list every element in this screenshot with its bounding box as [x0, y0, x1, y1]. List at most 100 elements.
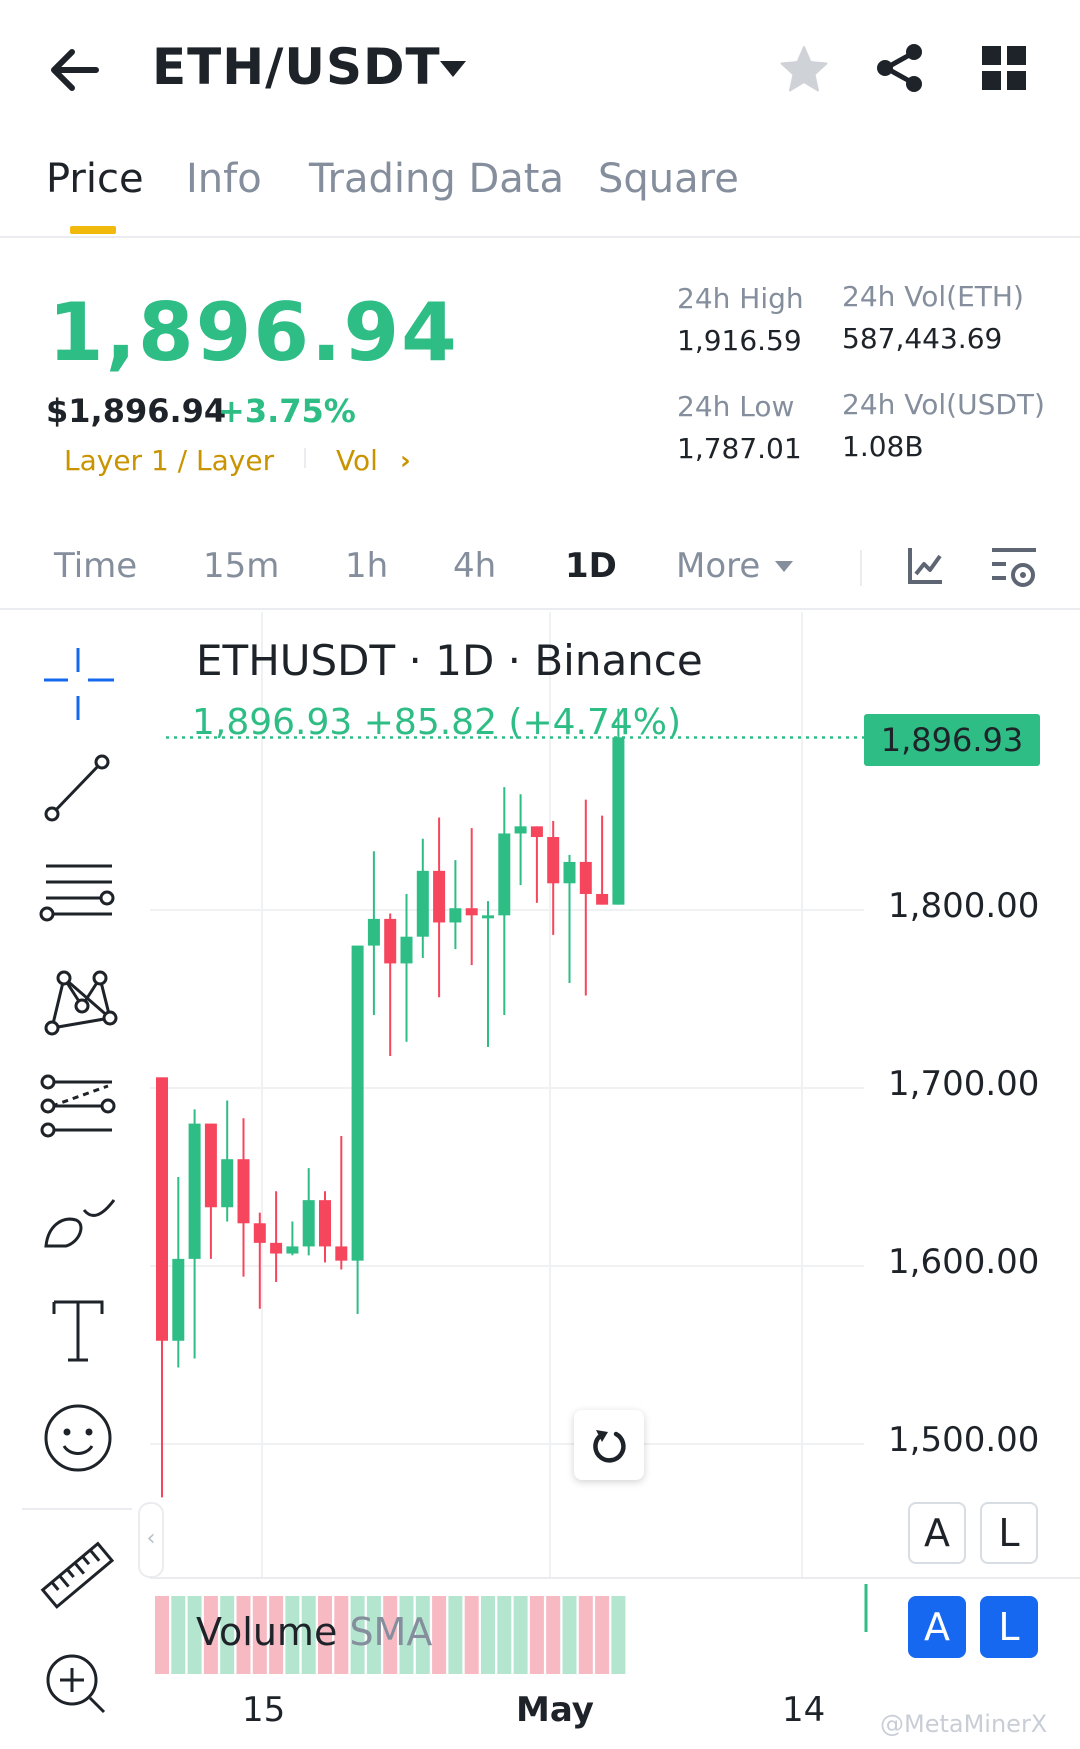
caret-down-icon[interactable] [438, 58, 468, 80]
x-axis-label: 15 [242, 1690, 286, 1730]
y-axis-label: 1,700.00 [888, 1064, 1040, 1104]
interval-15m[interactable]: 15m [203, 546, 279, 586]
tab-info[interactable]: Info [186, 156, 262, 202]
high-label: 24h High [677, 282, 804, 315]
candle-body [270, 1242, 283, 1254]
interval-divider [860, 550, 862, 586]
high-value: 1,916.59 [677, 324, 802, 357]
candle-body [596, 893, 609, 905]
candle-body [433, 870, 446, 923]
chart-title: ETHUSDT · 1D · Binance [196, 636, 703, 685]
volume-bar [481, 1596, 495, 1674]
volume-bar [432, 1596, 447, 1674]
volume-bar [497, 1596, 512, 1674]
volume-log-button[interactable]: L [980, 1596, 1038, 1658]
interval-more[interactable]: More [676, 546, 760, 586]
interval-bar: Time 15m 1h 4h 1D More [0, 530, 1080, 610]
log-scale-button[interactable]: L [980, 1502, 1038, 1564]
x-axis-label: May [516, 1690, 594, 1730]
star-icon[interactable] [778, 44, 830, 96]
volume-bar [562, 1596, 577, 1674]
last-price-tag: 1,896.93 [864, 714, 1040, 766]
candle-body [384, 918, 397, 964]
candle-body [221, 1159, 234, 1208]
price-change-percent: +3.75% [218, 392, 356, 430]
tab-square[interactable]: Square [598, 156, 739, 202]
tab-bar: Price Info Trading Data Square [0, 150, 1080, 238]
y-axis-label: 1,500.00 [888, 1420, 1040, 1460]
y-axis-label: 1,600.00 [888, 1242, 1040, 1282]
candle-body [302, 1200, 315, 1247]
volume-bar [448, 1596, 463, 1674]
candle-body [204, 1123, 217, 1208]
y-axis-label: 1,800.00 [888, 886, 1040, 926]
interval-1h[interactable]: 1h [345, 546, 388, 586]
share-icon[interactable] [874, 42, 926, 94]
volume-bar [171, 1596, 186, 1674]
volume-bar [464, 1596, 479, 1674]
candle-body [449, 908, 462, 923]
candle-body [482, 915, 494, 919]
volume-label: Volume [196, 1610, 338, 1654]
interval-time[interactable]: Time [54, 546, 137, 586]
tab-trading-data[interactable]: Trading Data [309, 156, 564, 202]
volume-bar [513, 1596, 528, 1674]
pair-title[interactable]: ETH/USDT [152, 38, 441, 96]
active-tab-indicator [70, 226, 116, 234]
candle-body [351, 945, 364, 1261]
candle-body [319, 1200, 331, 1247]
volume-bar [578, 1596, 593, 1674]
watermark-text: @MetaMinerX [880, 1710, 1048, 1738]
auto-scale-button[interactable]: A [908, 1502, 966, 1564]
candle-body [367, 918, 380, 946]
volume-bar [155, 1596, 169, 1674]
vol-usdt-value: 1.08B [842, 430, 924, 463]
low-label: 24h Low [677, 390, 795, 423]
volume-bar [546, 1596, 561, 1674]
candlestick-chart[interactable] [0, 612, 1080, 1749]
last-price: 1,896.94 [48, 286, 459, 379]
back-arrow-icon[interactable] [44, 40, 104, 100]
ohlc-readout: 1,896.93 +85.82 (+4.74%) [192, 702, 682, 743]
volume-indicator-label: Volume SMA [196, 1610, 432, 1654]
candle-body [514, 826, 527, 834]
tab-price[interactable]: Price [46, 156, 144, 202]
vol-eth-label: 24h Vol(ETH) [842, 280, 1024, 313]
candle-body [400, 936, 413, 964]
caret-down-icon[interactable] [774, 558, 794, 572]
interval-4h[interactable]: 4h [453, 546, 496, 586]
candle-body [237, 1159, 250, 1224]
category-tag[interactable]: Layer 1 / Layer [64, 444, 274, 477]
volume-bar [611, 1596, 626, 1674]
x-axis-label: 14 [782, 1690, 826, 1730]
vol-usdt-label: 24h Vol(USDT) [842, 388, 1045, 421]
candle-body [416, 870, 429, 937]
candle-body [188, 1123, 201, 1259]
volume-bar [595, 1596, 610, 1674]
candle-body [498, 833, 511, 916]
candle-body [612, 737, 625, 905]
interval-1d[interactable]: 1D [565, 546, 617, 586]
candle-body [530, 826, 543, 838]
grid-icon[interactable] [980, 44, 1028, 92]
candle-body [253, 1223, 266, 1243]
chevron-right-icon[interactable]: › [400, 446, 411, 476]
chart-settings-icon[interactable] [990, 544, 1038, 592]
top-bar: ETH/USDT [0, 0, 1080, 140]
candle-body [286, 1246, 299, 1254]
vol-tag[interactable]: Vol [336, 444, 378, 477]
indicator-chart-icon[interactable] [906, 544, 946, 588]
tag-divider [304, 448, 306, 468]
candle-body [172, 1258, 185, 1341]
vol-eth-value: 587,443.69 [842, 322, 1003, 355]
volume-sma-label: SMA [349, 1610, 433, 1654]
candle-body [579, 861, 592, 894]
candle-body [563, 861, 576, 884]
low-value: 1,787.01 [677, 432, 802, 465]
collapse-toolbar-button[interactable]: ‹ [138, 1502, 164, 1578]
usd-price: $1,896.94 [46, 392, 227, 430]
reset-chart-icon[interactable] [574, 1410, 644, 1480]
volume-bar [529, 1596, 544, 1674]
volume-auto-button[interactable]: A [908, 1596, 966, 1658]
candle-body [465, 908, 478, 916]
